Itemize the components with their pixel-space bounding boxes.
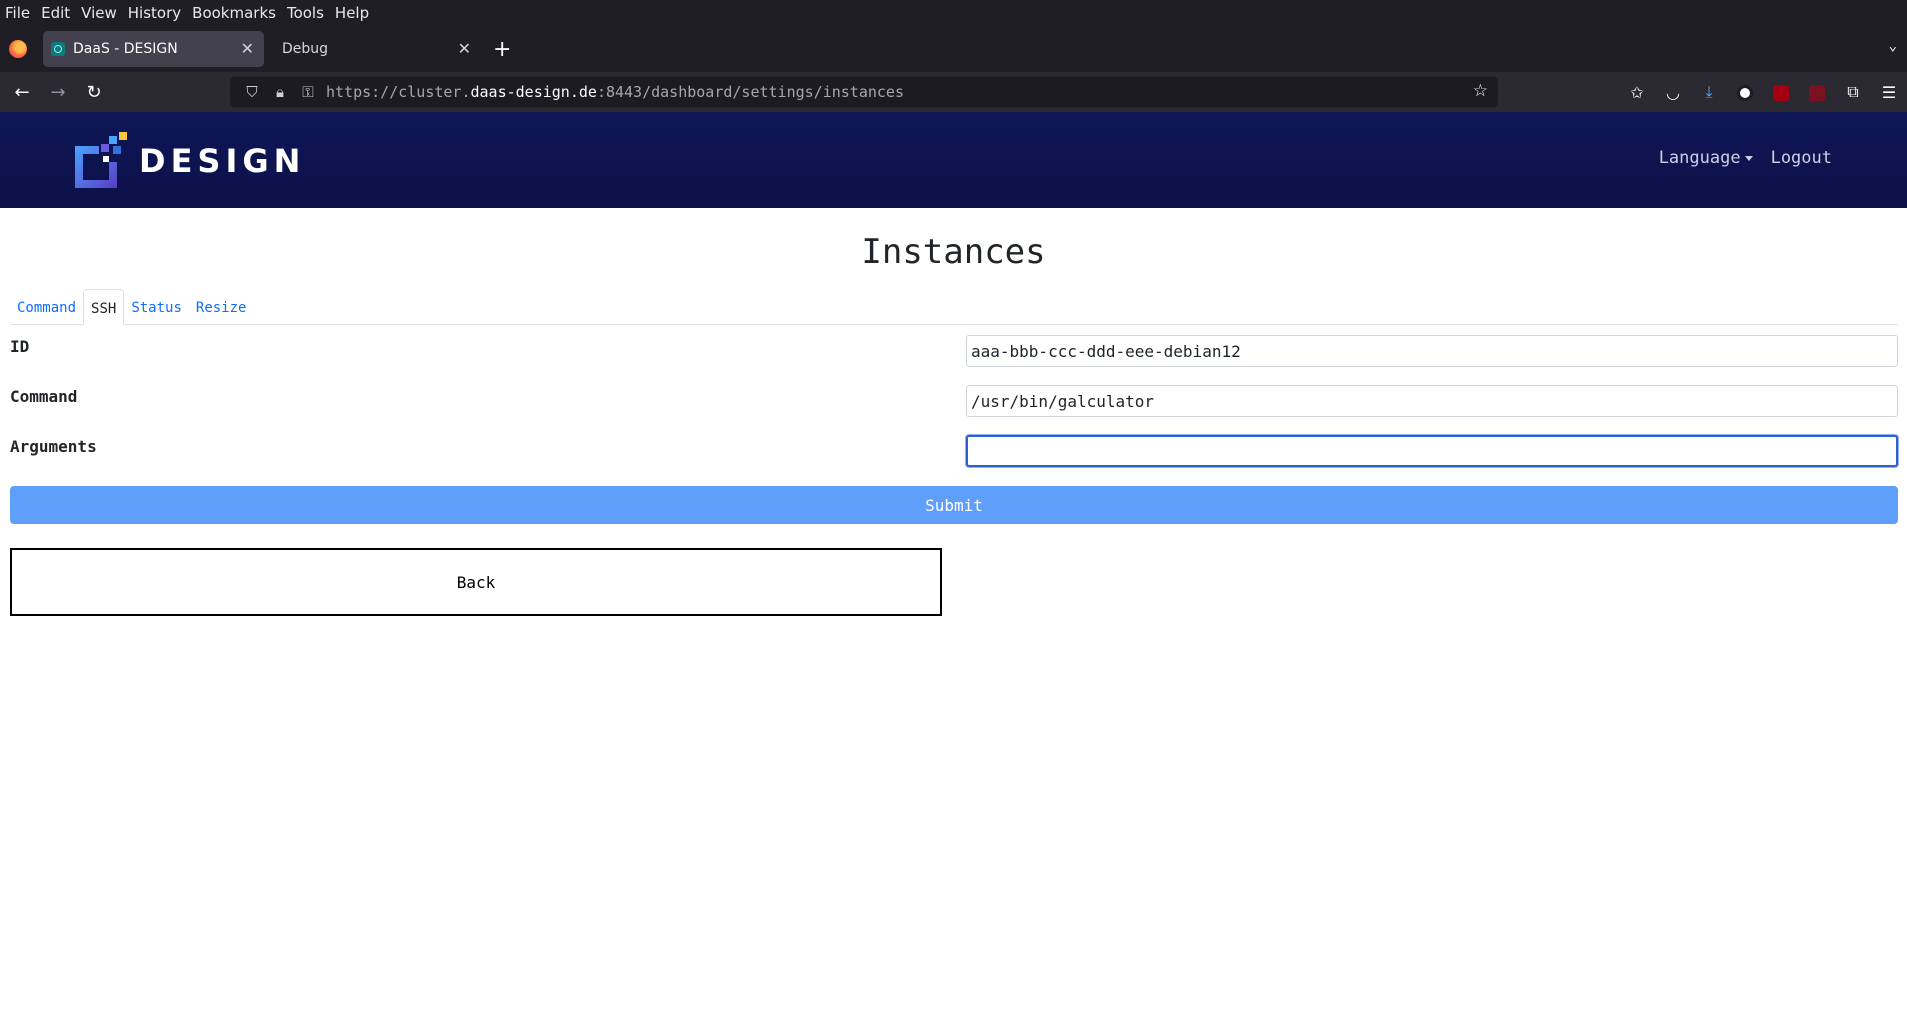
forward-arrow-icon[interactable]: → [40,82,76,103]
id-field[interactable] [966,335,1898,367]
extensions-puzzle-icon[interactable]: ⧉ [1835,82,1871,102]
bookmark-star-icon[interactable]: ☆ [1473,81,1488,101]
menu-file[interactable]: File [0,4,36,22]
tab-ssh[interactable]: SSH [83,289,125,325]
brand-name: DESIGN [139,142,306,180]
menu-bookmarks[interactable]: Bookmarks [187,4,282,22]
browser-tab-title: DaaS - DESIGN [73,41,178,57]
arguments-label: Arguments [10,437,97,456]
close-tab-icon[interactable]: ✕ [458,39,471,58]
command-row: Command [10,385,1898,417]
react-favicon-icon [51,42,65,56]
download-icon[interactable]: ⤓ [1691,82,1727,102]
pocket-icon[interactable]: ◡ [1655,83,1691,102]
url-bar[interactable]: ⛉ 🔒︎ ⚿ https://cluster.daas-design.de:84… [230,77,1498,107]
id-label: ID [10,337,30,356]
instance-tabs: Command SSH Status Resize [10,289,1898,325]
menu-bar: File Edit View History Bookmarks Tools H… [0,0,1907,26]
firefox-view-icon[interactable] [9,40,27,58]
id-row: ID [10,335,1898,367]
hamburger-menu-icon[interactable]: ☰ [1871,83,1907,102]
submit-button[interactable]: Submit [10,486,1898,524]
reading-list-icon[interactable]: ✩ [1619,83,1655,102]
logout-link[interactable]: Logout [1771,148,1832,168]
menu-help[interactable]: Help [330,4,375,22]
browser-tab[interactable]: Debug ✕ [270,31,481,67]
language-dropdown[interactable]: Language [1659,148,1753,168]
brand-logo[interactable]: DESIGN [73,132,305,190]
page-title: Instances [861,232,1046,272]
back-arrow-icon[interactable]: ← [4,82,40,103]
app-navbar: DESIGN Language Logout [0,112,1907,208]
new-tab-icon[interactable]: + [493,37,511,62]
command-label: Command [10,387,78,406]
caret-down-icon [1744,155,1753,161]
browser-tab-title: Debug [282,41,329,57]
back-button[interactable]: Back [10,548,942,616]
key-icon[interactable]: ⚿ [294,83,322,101]
url-text[interactable]: https://cluster.daas-design.de:8443/dash… [326,83,904,101]
browser-tab-active[interactable]: DaaS - DESIGN ✕ [43,31,264,67]
extension-s-icon[interactable] [1727,83,1763,102]
arguments-field[interactable] [966,435,1898,467]
tab-resize[interactable]: Resize [189,289,254,324]
menu-view[interactable]: View [76,4,123,22]
tab-command[interactable]: Command [10,289,83,324]
close-tab-icon[interactable]: ✕ [241,39,254,58]
ublock-icon[interactable] [1763,83,1799,102]
reload-icon[interactable]: ↻ [76,82,112,103]
menu-history[interactable]: History [123,4,187,22]
tab-status[interactable]: Status [124,289,189,324]
nav-toolbar: ← → ↻ ⛉ 🔒︎ ⚿ https://cluster.daas-design… [0,72,1907,112]
tab-strip: DaaS - DESIGN ✕ Debug ✕ + ⌄ [0,26,1907,72]
shield-icon[interactable]: ⛉ [238,83,266,101]
arguments-row: Arguments [10,435,1898,467]
command-field[interactable] [966,385,1898,417]
chevron-down-icon[interactable]: ⌄ [1889,38,1897,54]
menu-tools[interactable]: Tools [282,4,330,22]
extension-red-icon[interactable] [1799,83,1835,102]
toolbar-right: ✩ ◡ ⤓ ⧉ ☰ [1619,72,1907,112]
design-logo-icon [73,132,129,190]
navbar-actions: Language Logout [1659,148,1832,168]
menu-edit[interactable]: Edit [36,4,76,22]
lock-icon[interactable]: 🔒︎ [266,83,294,101]
